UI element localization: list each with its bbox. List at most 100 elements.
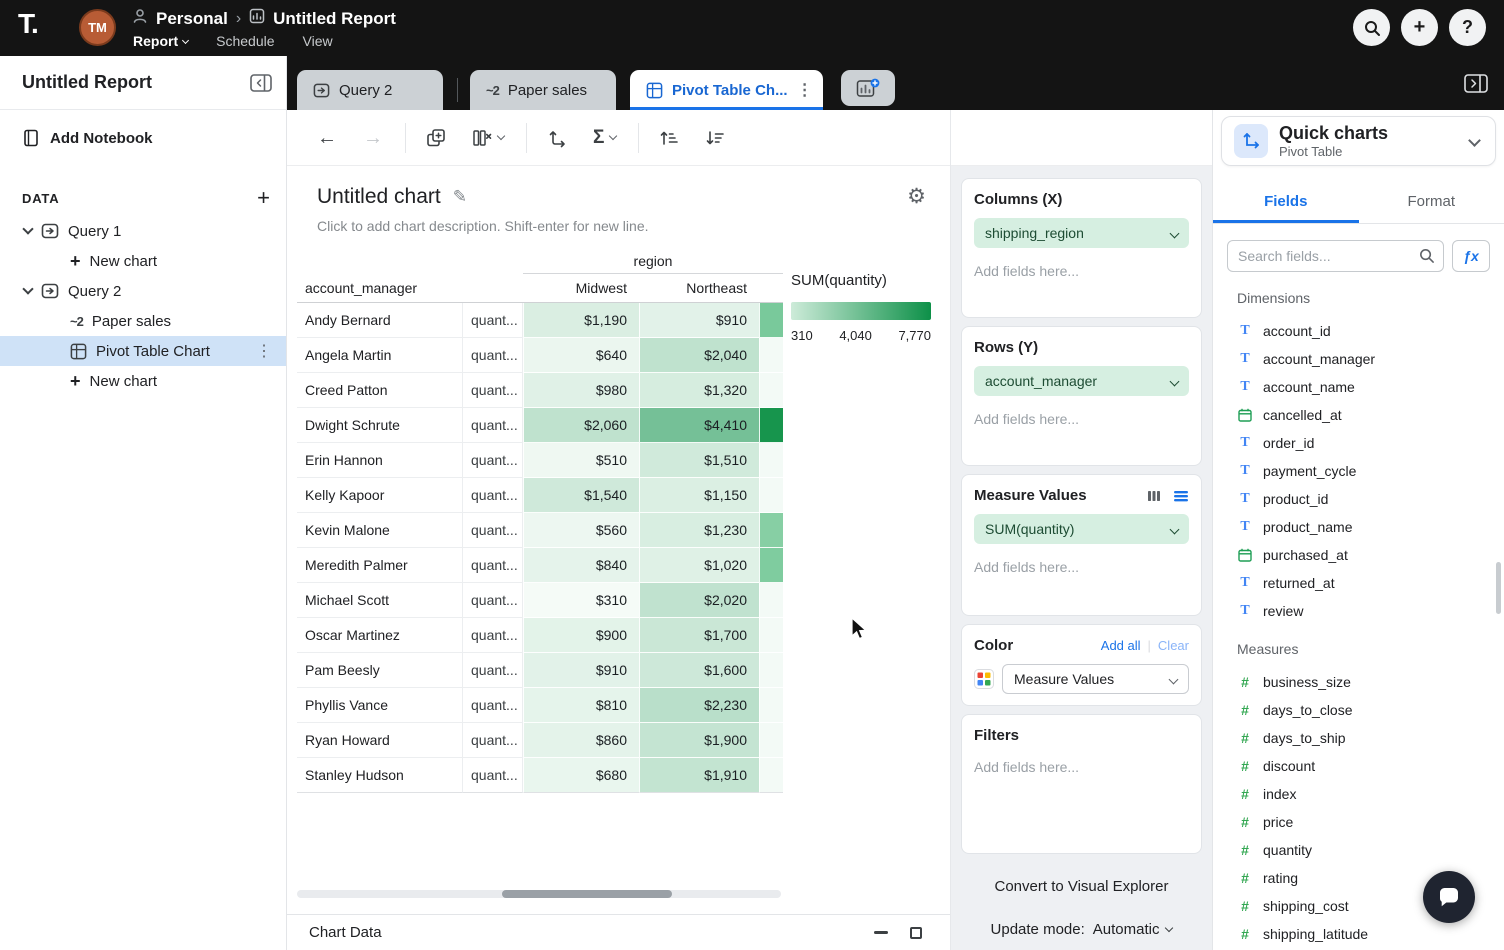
field-item[interactable]: #days_to_close: [1237, 696, 1504, 724]
redo-button[interactable]: →: [363, 128, 383, 148]
color-field-dropdown[interactable]: Measure Values: [1002, 664, 1189, 694]
field-item[interactable]: #days_to_ship: [1237, 724, 1504, 752]
field-item[interactable]: Treturned_at: [1237, 569, 1504, 597]
column-header-northeast[interactable]: Northeast: [639, 274, 759, 303]
field-item[interactable]: purchased_at: [1237, 541, 1504, 569]
avatar[interactable]: TM: [79, 9, 116, 46]
chart-description-placeholder[interactable]: Click to add chart description. Shift-en…: [317, 218, 926, 234]
duplicate-chart-button[interactable]: [426, 128, 446, 148]
chart-data-label[interactable]: Chart Data: [309, 924, 382, 941]
field-item[interactable]: Tproduct_id: [1237, 485, 1504, 513]
field-item[interactable]: cancelled_at: [1237, 401, 1504, 429]
columns-layout-icon[interactable]: [1147, 489, 1161, 503]
columns-field-dropdown[interactable]: shipping_region: [974, 218, 1189, 248]
chat-support-button[interactable]: [1423, 871, 1475, 923]
maximize-icon[interactable]: [910, 927, 922, 939]
tab-fields[interactable]: Fields: [1213, 181, 1359, 223]
vertical-scrollbar-thumb[interactable]: [1496, 562, 1501, 614]
gear-icon[interactable]: ⚙: [907, 184, 926, 209]
tab-pivot-table-chart[interactable]: Pivot Table Ch... ⋮: [630, 70, 823, 110]
expand-right-panel-icon[interactable]: [1464, 74, 1488, 93]
measure-add-fields-placeholder[interactable]: Add fields here...: [974, 559, 1189, 575]
scrollbar-thumb[interactable]: [502, 890, 672, 898]
field-item[interactable]: Taccount_manager: [1237, 345, 1504, 373]
sidebar-item-query-1[interactable]: Query 1: [0, 216, 286, 246]
menu-schedule[interactable]: Schedule: [216, 33, 274, 49]
add-all-link[interactable]: Add all: [1101, 638, 1141, 653]
field-item[interactable]: #business_size: [1237, 668, 1504, 696]
field-name: rating: [1263, 870, 1298, 886]
field-item[interactable]: Treview: [1237, 597, 1504, 625]
sidebar-item-new-chart-2[interactable]: + New chart: [0, 366, 286, 396]
clear-link[interactable]: Clear: [1158, 638, 1189, 653]
field-item[interactable]: Taccount_name: [1237, 373, 1504, 401]
menu-report[interactable]: Report: [133, 33, 188, 49]
value-cell: $1,020: [639, 548, 759, 583]
tab-format[interactable]: Format: [1359, 181, 1504, 223]
rows-field-dropdown[interactable]: account_manager: [974, 366, 1189, 396]
table-row: Pam Beeslyquant...$910$1,600: [297, 653, 783, 688]
field-item[interactable]: #discount: [1237, 752, 1504, 780]
sidebar-item-paper-sales[interactable]: ~2 Paper sales: [0, 306, 286, 336]
update-mode-dropdown[interactable]: Automatic: [1093, 921, 1173, 938]
row-dimension-header[interactable]: account_manager: [297, 274, 463, 303]
field-item[interactable]: Taccount_id: [1237, 317, 1504, 345]
horizontal-scrollbar[interactable]: [297, 890, 781, 898]
field-item[interactable]: Tproduct_name: [1237, 513, 1504, 541]
collapse-sidebar-icon[interactable]: [250, 74, 272, 92]
app-logo[interactable]: T.: [18, 8, 38, 40]
quick-charts-selector[interactable]: Quick charts Pivot Table: [1221, 116, 1496, 166]
measure-field-dropdown[interactable]: SUM(quantity): [974, 514, 1189, 544]
report-title[interactable]: Untitled Report: [273, 9, 396, 29]
help-button[interactable]: ?: [1449, 9, 1486, 46]
sidebar-item-query-2[interactable]: Query 2: [0, 276, 286, 306]
search-fields-input[interactable]: [1227, 240, 1444, 272]
menu-view[interactable]: View: [303, 33, 333, 49]
rows-layout-icon[interactable]: [1173, 489, 1189, 503]
field-item[interactable]: #shipping_latitude: [1237, 920, 1504, 948]
rows-add-fields-placeholder[interactable]: Add fields here...: [974, 411, 1189, 427]
value-cell: $1,230: [639, 513, 759, 548]
chevron-down-icon[interactable]: [22, 223, 33, 234]
columns-add-fields-placeholder[interactable]: Add fields here...: [974, 263, 1189, 279]
pivot-transpose-button[interactable]: [547, 128, 567, 148]
rows-section-title: Rows (Y): [974, 339, 1189, 356]
sort-ascending-button[interactable]: [659, 128, 679, 148]
value-cell: $2,040: [639, 338, 759, 373]
field-item[interactable]: #quantity: [1237, 836, 1504, 864]
value-cell: $860: [523, 723, 639, 758]
chart-title[interactable]: Untitled chart: [317, 185, 441, 209]
value-cell: $900: [523, 618, 639, 653]
workspace-name[interactable]: Personal: [156, 9, 228, 29]
add-notebook-button[interactable]: Add Notebook: [0, 110, 286, 166]
sort-descending-button[interactable]: [705, 128, 725, 148]
edit-icon[interactable]: ✎: [453, 187, 467, 207]
tab-query-2[interactable]: Query 2: [297, 70, 443, 110]
sidebar-item-pivot-table-chart[interactable]: Pivot Table Chart ⋮: [0, 336, 286, 366]
kebab-menu-icon[interactable]: ⋮: [797, 80, 815, 100]
kebab-menu-icon[interactable]: ⋮: [252, 341, 286, 361]
field-item[interactable]: Torder_id: [1237, 429, 1504, 457]
add-data-button[interactable]: +: [257, 190, 270, 206]
chevron-down-icon[interactable]: [22, 283, 33, 294]
sidebar-item-new-chart-1[interactable]: + New chart: [0, 246, 286, 276]
aggregate-button[interactable]: Σ: [593, 127, 616, 149]
filters-add-fields-placeholder[interactable]: Add fields here...: [974, 759, 1189, 775]
add-calculated-field-button[interactable]: ƒx: [1452, 240, 1490, 272]
field-item[interactable]: Tpayment_cycle: [1237, 457, 1504, 485]
minimize-icon[interactable]: [874, 931, 888, 934]
manage-columns-button[interactable]: [472, 128, 504, 148]
tab-paper-sales[interactable]: ~2 Paper sales: [470, 70, 616, 110]
search-button[interactable]: [1353, 9, 1390, 46]
convert-to-visual-explorer-button[interactable]: Convert to Visual Explorer: [961, 878, 1202, 895]
field-name: product_id: [1263, 491, 1328, 507]
column-header-midwest[interactable]: Midwest: [523, 274, 639, 303]
measure-label-cell: quant...: [463, 338, 523, 373]
breadcrumb: Personal › Untitled Report: [132, 8, 396, 29]
field-item[interactable]: #price: [1237, 808, 1504, 836]
add-chart-tab-button[interactable]: [841, 70, 895, 106]
undo-button[interactable]: ←: [317, 128, 337, 148]
field-item[interactable]: #index: [1237, 780, 1504, 808]
field-name: days_to_close: [1263, 702, 1353, 718]
add-button[interactable]: +: [1401, 9, 1438, 46]
